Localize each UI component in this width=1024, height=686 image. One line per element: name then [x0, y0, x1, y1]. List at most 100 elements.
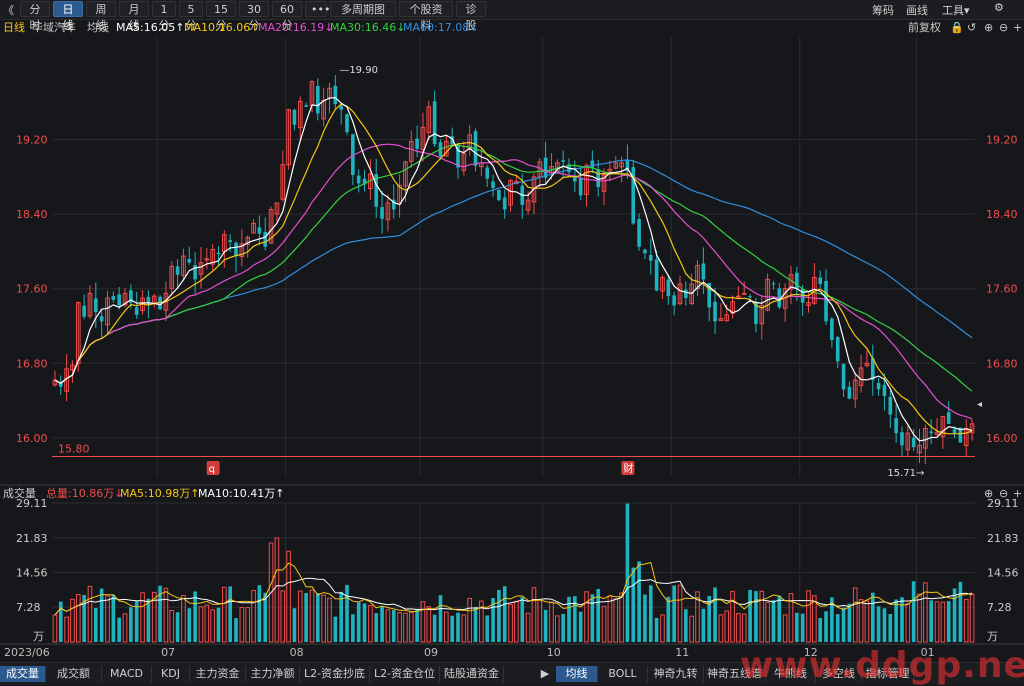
candle-body	[847, 386, 852, 399]
candle-body	[835, 337, 840, 362]
indicator-tab-3[interactable]: KDJ	[152, 666, 190, 682]
volume-bar	[461, 614, 467, 643]
volume-bar	[362, 603, 367, 642]
volume-bar	[590, 594, 595, 642]
price-tick-left: 16.00	[16, 432, 48, 445]
volume-bar	[601, 605, 607, 643]
indicator-tab-5[interactable]: 主力净额	[246, 666, 300, 682]
volume-bar	[122, 613, 128, 643]
volume-unit-right: 万	[987, 630, 998, 643]
indicator-tab-1[interactable]: 成交额	[46, 666, 102, 682]
volume-bar	[52, 614, 58, 643]
overlay-tab-0[interactable]: 均线	[556, 666, 598, 682]
volume-bar	[625, 503, 630, 642]
volume-bar	[824, 611, 828, 642]
volume-bar	[257, 585, 262, 642]
candle-body	[946, 412, 951, 424]
volume-bar	[309, 589, 315, 643]
overlay-tab-2[interactable]: 神奇九转	[648, 666, 704, 682]
volume-bar	[677, 584, 683, 643]
volume-bar	[648, 585, 653, 642]
candle-body	[432, 101, 437, 145]
x-tick-label: 10	[547, 646, 561, 659]
volume-bar	[525, 612, 531, 643]
volume-bar	[806, 590, 811, 643]
indicator-tab-2[interactable]: MACD	[102, 666, 152, 682]
candle-body	[543, 157, 548, 178]
volume-bar	[508, 604, 513, 643]
volume-bar	[473, 607, 478, 642]
volume-bar	[502, 586, 507, 642]
volume-bar	[146, 598, 151, 642]
price-tick-left: 18.40	[16, 208, 48, 221]
volume-bar	[58, 601, 63, 642]
volume-tick-right: 7.28	[987, 601, 1012, 614]
volume-bar	[555, 615, 560, 643]
candle-body	[771, 283, 776, 285]
candle-body	[315, 86, 320, 114]
volume-zoom-in-icon[interactable]: ⊕	[984, 486, 993, 502]
candle-body	[654, 259, 659, 291]
volume-add-icon[interactable]: +	[1013, 486, 1022, 502]
overlay-tab-1[interactable]: BOLL	[598, 666, 648, 682]
volume-bar	[882, 608, 887, 642]
volume-bar	[327, 597, 332, 643]
candle-body	[497, 189, 501, 201]
volume-bar	[263, 592, 268, 642]
candle-body	[356, 175, 361, 184]
volume-zoom-out-icon[interactable]: ⊖	[999, 486, 1008, 502]
volume-bar	[561, 613, 565, 642]
volume-bar	[274, 537, 280, 643]
indicator-tab-8[interactable]: 陆股通资金	[440, 666, 504, 682]
volume-bar	[280, 590, 286, 643]
volume-bar	[385, 609, 391, 643]
volume-bar	[163, 587, 169, 643]
price-tick-left: 19.20	[16, 134, 48, 147]
indicator-tab-7[interactable]: L2-资金仓位	[370, 666, 440, 682]
volume-bar	[420, 601, 426, 643]
candle-body	[561, 160, 565, 162]
volume-bar	[497, 590, 501, 642]
indicator-tab-4[interactable]: 主力资金	[190, 666, 246, 682]
indicator-tab-0[interactable]: 成交量	[0, 666, 46, 682]
volume-bar	[351, 614, 355, 642]
candle-body	[741, 292, 747, 295]
volume-bar	[637, 561, 641, 642]
volume-bar	[795, 612, 799, 642]
event-marker-text: 财	[623, 462, 633, 475]
low-price-label: 15.71→	[887, 468, 924, 479]
candle-body	[911, 437, 916, 448]
volume-bar	[70, 598, 75, 643]
candle-body	[701, 263, 706, 280]
volume-bar	[467, 597, 472, 643]
ma30-line	[54, 144, 973, 392]
volume-bar	[888, 613, 893, 642]
price-tick-right: 19.20	[986, 134, 1018, 147]
candle-body	[590, 160, 595, 168]
volume-bar	[730, 590, 735, 643]
volume-bar	[900, 597, 904, 642]
volume-bar	[841, 607, 846, 642]
price-volume-chart[interactable]: 19.20 19.20 18.40 18.40 17.60 17.60 16.80 16.80…	[0, 0, 1024, 684]
volume-bar	[391, 610, 396, 642]
volume-legend-bar: 成交量 总量:10.86万↓ MA5:10.98万↑ MA10:10.41万↑ …	[0, 486, 1024, 502]
candle-body	[485, 167, 490, 179]
x-tick-label: 09	[424, 646, 438, 659]
candle-body	[648, 254, 653, 261]
volume-bar	[321, 594, 326, 643]
candle-body	[502, 197, 507, 210]
volume-bar	[835, 614, 840, 642]
ma60-line	[54, 159, 973, 385]
volume-tick-left: 21.83	[16, 532, 48, 545]
volume-bar	[432, 614, 437, 642]
volume-bar	[660, 614, 665, 643]
indicator-tab-6[interactable]: L2-资金抄底	[300, 666, 370, 682]
candle-body	[216, 252, 221, 255]
candle-body	[82, 305, 86, 317]
volume-bar	[672, 585, 676, 642]
volume-tick-right: 14.56	[987, 566, 1019, 579]
tab-scroll-arrow[interactable]: ▶	[536, 666, 554, 682]
x-tick-label: 08	[290, 646, 304, 659]
candle-body	[824, 280, 828, 322]
volume-bar	[958, 581, 963, 642]
